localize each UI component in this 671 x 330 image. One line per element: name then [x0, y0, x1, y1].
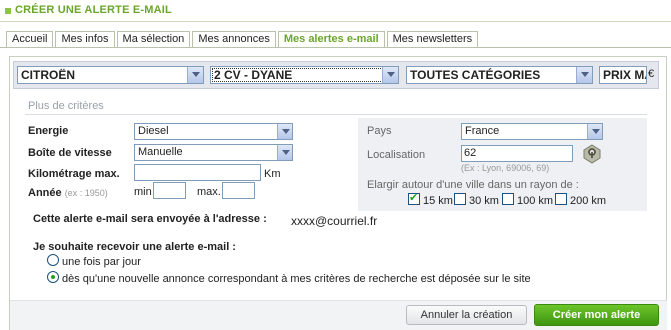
frequency-daily-label: une fois par jour [62, 256, 141, 268]
gearbox-label: Boîte de vitesse [28, 147, 112, 159]
energy-select[interactable]: Diesel [134, 123, 293, 140]
country-select[interactable]: France [461, 123, 603, 140]
frequency-immediate-label: dès qu'une nouvelle annonce correspondan… [62, 273, 531, 285]
tab-mes-infos[interactable]: Mes infos [55, 31, 115, 48]
locality-hint: (Ex : Lyon, 69006, 69) [461, 163, 550, 173]
frequency-daily-radio[interactable] [47, 254, 59, 266]
radius-15km-label: 15 km [423, 195, 453, 207]
chevron-down-icon[interactable] [187, 67, 203, 83]
chevron-down-icon[interactable] [587, 124, 602, 139]
radius-30km-label: 30 km [469, 195, 499, 207]
tab-mes-alertes-email[interactable]: Mes alertes e-mail [277, 31, 385, 48]
radius-30km-checkbox[interactable] [454, 193, 466, 205]
gearbox-select[interactable]: Manuelle [134, 144, 293, 161]
year-example: (ex : 1950) [64, 188, 108, 198]
frequency-immediate-radio[interactable] [47, 271, 59, 283]
page-header: CRÉER UNE ALERTE E-MAIL [0, 0, 671, 22]
geolocate-icon[interactable] [582, 144, 602, 164]
mileage-label: Kilométrage max. [28, 168, 120, 180]
model-select-value: 2 CV - DYANE [214, 68, 293, 82]
year-min-input[interactable] [153, 182, 186, 199]
radius-label: Elargir autour d'une ville dans un rayon… [367, 179, 579, 191]
frequency-label: Je souhaite recevoir une alerte e-mail : [33, 241, 236, 253]
year-min-label: min [134, 186, 152, 198]
radius-100km-label: 100 km [517, 195, 554, 207]
mileage-unit: Km [264, 168, 281, 180]
country-select-value: France [465, 125, 500, 137]
chevron-down-icon[interactable] [576, 67, 592, 83]
email-sent-to-label: Cette alerte e-mail sera envoyée à l'adr… [33, 213, 267, 225]
brand-select-value: CITROËN [21, 68, 75, 82]
category-select-value: TOUTES CATÉGORIES [410, 68, 541, 82]
criteria-divider [25, 114, 647, 115]
brand-select[interactable]: CITROËN [17, 66, 204, 84]
email-address: xxxx@courriel.fr [291, 214, 378, 228]
radius-200km-label: 200 km [570, 195, 607, 207]
price-max-select[interactable]: PRIX MA [599, 66, 647, 84]
currency-symbol: € [648, 68, 655, 80]
model-select[interactable]: 2 CV - DYANE [210, 66, 399, 84]
country-label: Pays [367, 125, 392, 137]
tab-mes-annonces[interactable]: Mes annonces [192, 31, 276, 48]
cancel-button[interactable]: Annuler la création [406, 305, 527, 325]
year-max-label: max. [197, 186, 221, 198]
more-criteria-title: Plus de critères [28, 100, 104, 112]
mileage-input[interactable] [134, 164, 261, 181]
chevron-down-icon[interactable] [277, 124, 292, 139]
tab-mes-newsletters[interactable]: Mes newsletters [386, 31, 479, 48]
year-max-input[interactable] [222, 182, 255, 199]
category-select[interactable]: TOUTES CATÉGORIES [406, 66, 593, 84]
locality-input[interactable]: 62 [461, 145, 573, 162]
year-label: Année (ex : 1950) [28, 187, 108, 199]
chevron-down-icon[interactable] [277, 145, 292, 160]
gearbox-select-value: Manuelle [138, 146, 183, 158]
tab-ma-selection[interactable]: Ma sélection [116, 31, 191, 48]
energy-label: Energie [28, 125, 69, 137]
bullet-square-icon [5, 8, 11, 14]
tab-divider [0, 47, 671, 48]
chevron-down-icon[interactable] [382, 67, 398, 83]
year-label-text: Année [28, 187, 62, 199]
radius-15km-checkbox[interactable] [408, 191, 420, 205]
tab-accueil[interactable]: Accueil [6, 31, 54, 48]
energy-select-value: Diesel [138, 125, 169, 137]
radius-200km-checkbox[interactable] [555, 193, 567, 205]
page-title: CRÉER UNE ALERTE E-MAIL [15, 4, 172, 16]
radius-100km-checkbox[interactable] [502, 193, 514, 205]
tab-bar: Accueil Mes infos Ma sélection Mes annon… [6, 31, 479, 48]
price-max-value: PRIX MA [603, 68, 646, 82]
locality-label: Localisation [367, 149, 426, 161]
create-alert-button[interactable]: Créer mon alerte [534, 304, 659, 326]
